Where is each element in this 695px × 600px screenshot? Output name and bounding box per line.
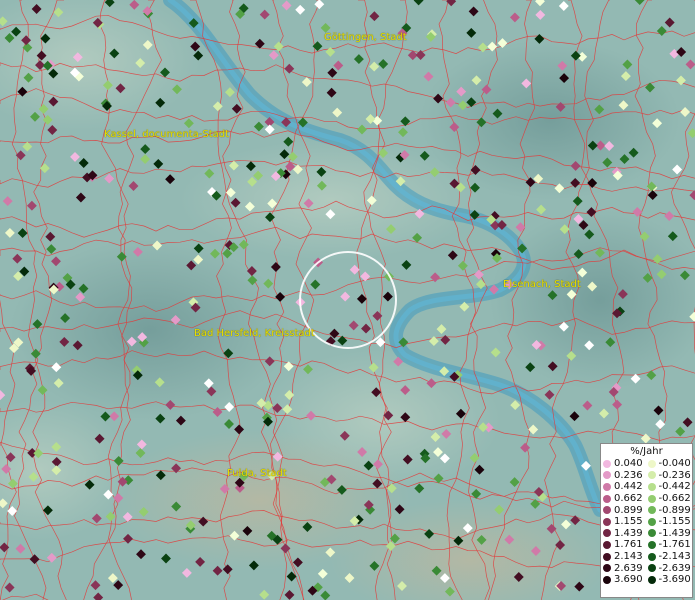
city-label-bad-hersfeld: Bad Hersfeld, Kreisstadt bbox=[194, 328, 315, 339]
legend-item: -0.040 bbox=[647, 458, 693, 470]
city-label-eisenach: Eisenach, Stadt bbox=[503, 279, 581, 290]
legend-item: 1.155 bbox=[603, 516, 648, 528]
legend-label: -0.442 bbox=[658, 481, 691, 493]
legend-swatch bbox=[647, 471, 656, 480]
legend-swatch bbox=[603, 494, 611, 503]
legend-item: -1.439 bbox=[647, 527, 693, 540]
map-canvas[interactable] bbox=[0, 0, 695, 600]
legend-swatch bbox=[603, 471, 611, 480]
legend-item: -0.662 bbox=[647, 493, 693, 505]
legend-label: 0.442 bbox=[614, 481, 643, 493]
legend-item: 1.439 bbox=[603, 528, 648, 540]
legend-swatch bbox=[603, 506, 611, 515]
legend-item: -3.690 bbox=[647, 574, 693, 586]
legend-item: 0.442 bbox=[603, 481, 648, 493]
legend-swatch bbox=[603, 552, 611, 561]
legend-item: 0.899 bbox=[603, 504, 648, 516]
legend-item: -2.143 bbox=[647, 551, 693, 563]
legend-item: -0.442 bbox=[647, 481, 693, 493]
legend-label: 2.639 bbox=[614, 562, 643, 574]
legend-label: 0.662 bbox=[614, 493, 643, 505]
legend-swatch bbox=[647, 506, 656, 515]
legend-swatch bbox=[603, 459, 611, 468]
legend: %/Jahr 0.040 0.236 0.442 0.662 0.899 1.155 1.4… bbox=[600, 443, 693, 598]
legend-label: -0.662 bbox=[658, 493, 691, 505]
legend-swatch bbox=[603, 540, 611, 549]
legend-item: -1.155 bbox=[647, 516, 693, 528]
legend-swatch bbox=[603, 529, 611, 538]
legend-swatch bbox=[647, 552, 656, 561]
legend-label: -1.155 bbox=[658, 516, 691, 528]
legend-label: -0.899 bbox=[658, 504, 691, 516]
map-view[interactable]: Göttingen, Stadt Kassel, documenta-Stadt… bbox=[0, 0, 695, 600]
legend-item: 3.690 bbox=[603, 574, 648, 586]
legend-swatch bbox=[647, 517, 656, 526]
legend-item: 2.143 bbox=[603, 551, 648, 563]
legend-label: 0.040 bbox=[614, 458, 643, 470]
legend-item: 2.639 bbox=[603, 562, 648, 574]
legend-swatch bbox=[647, 564, 656, 573]
legend-title: %/Jahr bbox=[630, 446, 663, 457]
legend-item: 0.040 bbox=[603, 458, 648, 470]
legend-swatch bbox=[647, 459, 656, 468]
legend-item: 0.662 bbox=[603, 493, 648, 505]
city-label-kassel: Kassel, documenta-Stadt bbox=[104, 129, 230, 140]
legend-label: -2.143 bbox=[658, 551, 691, 563]
legend-label: 2.143 bbox=[614, 551, 643, 563]
legend-swatch bbox=[647, 494, 656, 503]
city-label-fulda: Fulda, Stadt bbox=[227, 468, 287, 479]
legend-swatch bbox=[647, 482, 656, 491]
legend-label: -0.040 bbox=[658, 458, 691, 470]
legend-item: -1.761 bbox=[647, 539, 693, 551]
legend-label: 0.236 bbox=[614, 469, 643, 481]
legend-label: -1.761 bbox=[658, 539, 691, 551]
legend-item: -2.639 bbox=[647, 562, 693, 574]
legend-negative-column: -0.040 -0.236 -0.442 -0.662 -0.899 -1.155 -1.4… bbox=[647, 458, 693, 586]
legend-swatch bbox=[603, 564, 611, 573]
legend-label: 0.899 bbox=[614, 504, 643, 516]
legend-label: 1.439 bbox=[614, 527, 643, 539]
legend-label: -1.439 bbox=[658, 527, 691, 539]
legend-label: -0.236 bbox=[658, 469, 691, 481]
legend-swatch bbox=[647, 529, 656, 538]
legend-positive-column: 0.040 0.236 0.442 0.662 0.899 1.155 1.439 1.761… bbox=[603, 458, 648, 586]
city-label-goettingen: Göttingen, Stadt bbox=[324, 32, 407, 43]
legend-swatch bbox=[603, 575, 611, 584]
legend-label: 1.155 bbox=[614, 516, 643, 528]
legend-swatch bbox=[603, 517, 611, 526]
legend-swatch bbox=[647, 575, 656, 584]
legend-swatch bbox=[647, 540, 656, 549]
legend-label: 1.761 bbox=[614, 539, 643, 551]
legend-label: 3.690 bbox=[614, 574, 643, 586]
legend-item: -0.899 bbox=[647, 504, 693, 516]
legend-item: -0.236 bbox=[647, 469, 693, 482]
legend-label: -3.690 bbox=[658, 574, 691, 586]
legend-item: 0.236 bbox=[603, 470, 648, 482]
legend-swatch bbox=[603, 482, 611, 491]
legend-label: -2.639 bbox=[658, 562, 691, 574]
legend-item: 1.761 bbox=[603, 539, 648, 551]
